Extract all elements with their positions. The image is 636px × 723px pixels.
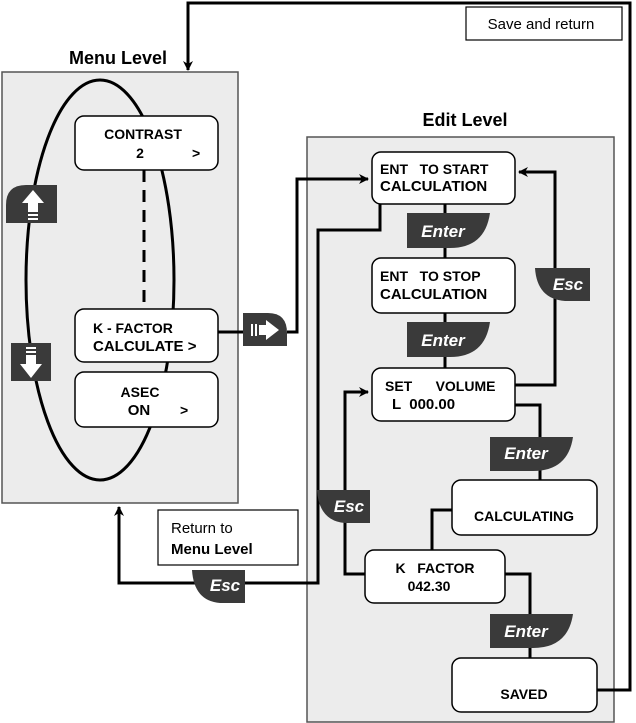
edit_level-saved-text: SAVED [500,686,547,702]
edit_level-kfactor-line2-text: 042.30 [408,578,451,594]
screen-ent-to-stop: ENT TO STOP CALCULATION [371,257,516,314]
screen-calculating: CALCULATING [451,479,598,536]
esc-key-return[interactable]: Esc [192,570,245,603]
menu_level-items-0-line2-text: 2 [136,145,144,161]
arrow-right-key-icon[interactable] [243,313,287,346]
menu-level-title: Menu Level [69,48,167,68]
edit-level-title: Edit Level [422,110,507,130]
arrow-down-key-icon[interactable] [11,343,51,381]
menu_level-items-0-line1-text: CONTRAST [104,126,182,142]
edit_level-start-line1-text: ENT TO START [380,161,489,177]
labels-save_return-text: Save and return [488,16,595,33]
save-and-return-label: Save and return [465,6,623,41]
menu-item-contrast[interactable]: CONTRAST 2 > [74,115,219,171]
screen-ent-to-start: ENT TO START CALCULATION [371,151,516,205]
menu_level-items-1-line2-text: CALCULATE > [93,338,197,355]
menu_level-items-2-line2-text: ON [128,402,151,419]
keys-enter-text: Enter [504,444,549,463]
menu_level-items-2-arrow-text: > [180,402,188,418]
keys-enter-text: Enter [421,222,466,241]
menu-item-asec[interactable]: ASEC ON > [74,371,219,428]
menu_level-items-1-line1-text: K - FACTOR [93,320,173,336]
screen-saved: SAVED [451,657,598,713]
keys-esc-text: Esc [210,576,241,595]
diagram-canvas: Menu Level Edit Level CONTRAST 2 > K - F… [1,1,632,723]
screen-set-volume: SET VOLUME L 000.00 [371,367,516,422]
labels-return_to-text: Return to [171,520,233,537]
edit_level-start-line2-text: CALCULATION [380,178,487,195]
return-to-menu-label: Return to Menu Level [157,509,299,566]
keys-enter-text: Enter [504,622,549,641]
edit_level-calculating-text: CALCULATING [474,508,574,524]
keys-esc-text: Esc [553,275,584,294]
flow-diagram: Menu Level Edit Level CONTRAST 2 > K - F… [0,0,636,723]
screen-k-factor: K FACTOR 042.30 [364,549,506,604]
labels-return_menu-text: Menu Level [171,541,253,558]
menu-item-k-factor[interactable]: K - FACTOR CALCULATE > [74,308,219,363]
keys-enter-text: Enter [421,331,466,350]
menu_level-items-0-arrow-text: > [192,145,200,161]
keys-esc-text: Esc [334,497,365,516]
edit_level-kfactor-line1-text: K FACTOR [395,560,474,576]
edit_level-stop-line2-text: CALCULATION [380,286,487,303]
edit_level-volume-line2-text: L 000.00 [392,396,455,413]
menu_level-items-2-line1-text: ASEC [121,384,160,400]
edit_level-volume-line1-text: SET VOLUME [385,378,495,394]
edit_level-stop-line1-text: ENT TO STOP [380,268,481,284]
arrow-up-key-icon[interactable] [6,185,57,223]
